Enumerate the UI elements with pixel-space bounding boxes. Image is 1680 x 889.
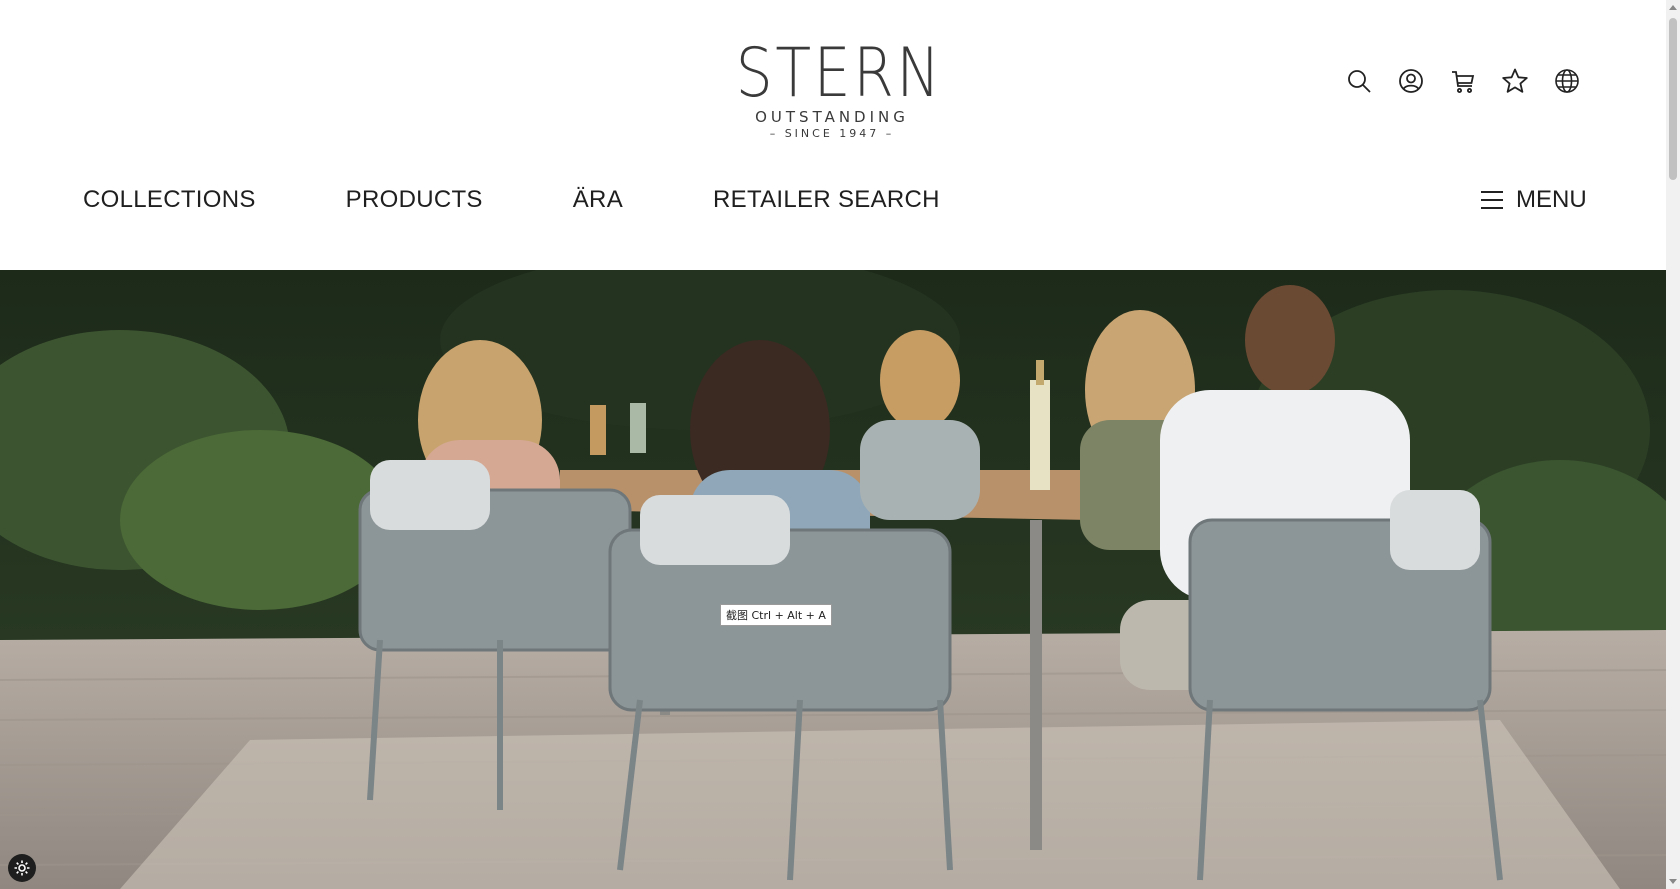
site-header: STERN OUTSTANDING – SINCE 1947 – COLLECT…: [0, 0, 1666, 270]
cookie-settings-button[interactable]: [8, 854, 36, 882]
cookie-settings-icon: [14, 860, 30, 876]
logo-wordmark: STERN: [735, 34, 943, 113]
menu-button[interactable]: MENU: [1480, 186, 1587, 214]
account-button[interactable]: [1396, 66, 1426, 96]
language-button[interactable]: [1552, 66, 1582, 96]
scroll-down-arrow-icon[interactable]: [1669, 879, 1677, 884]
language-globe-icon: [1555, 69, 1579, 93]
search-icon: [1348, 70, 1371, 93]
scroll-up-arrow-icon[interactable]: [1669, 5, 1677, 10]
nav-ara[interactable]: ÄRA: [573, 186, 623, 214]
favorites-button[interactable]: [1500, 66, 1530, 96]
stern-logo[interactable]: STERN OUTSTANDING – SINCE 1947 –: [720, 38, 944, 142]
page-scrollbar[interactable]: [1666, 0, 1680, 889]
menu-label: MENU: [1516, 186, 1587, 213]
screenshot-tooltip: 截图 Ctrl + Alt + A: [720, 604, 832, 626]
hero-video[interactable]: 截图 Ctrl + Alt + A: [0, 270, 1666, 889]
main-nav: COLLECTIONS PRODUCTS ÄRA RETAILER SEARCH: [83, 186, 1030, 214]
cart-button[interactable]: [1448, 66, 1478, 96]
cart-icon: [1452, 71, 1475, 93]
search-button[interactable]: [1344, 66, 1374, 96]
scroll-thumb[interactable]: [1669, 18, 1677, 180]
logo-since: – SINCE 1947 –: [769, 127, 895, 140]
nav-collections[interactable]: COLLECTIONS: [83, 186, 256, 214]
account-icon: [1399, 69, 1423, 93]
hamburger-icon: [1481, 191, 1503, 209]
header-icon-bar: [1344, 66, 1582, 96]
favorites-star-icon: [1502, 68, 1528, 93]
hero-image: [0, 270, 1666, 889]
nav-retailer-search[interactable]: RETAILER SEARCH: [713, 186, 940, 214]
nav-products[interactable]: PRODUCTS: [346, 186, 483, 214]
page: STERN OUTSTANDING – SINCE 1947 – COLLECT…: [0, 0, 1680, 889]
